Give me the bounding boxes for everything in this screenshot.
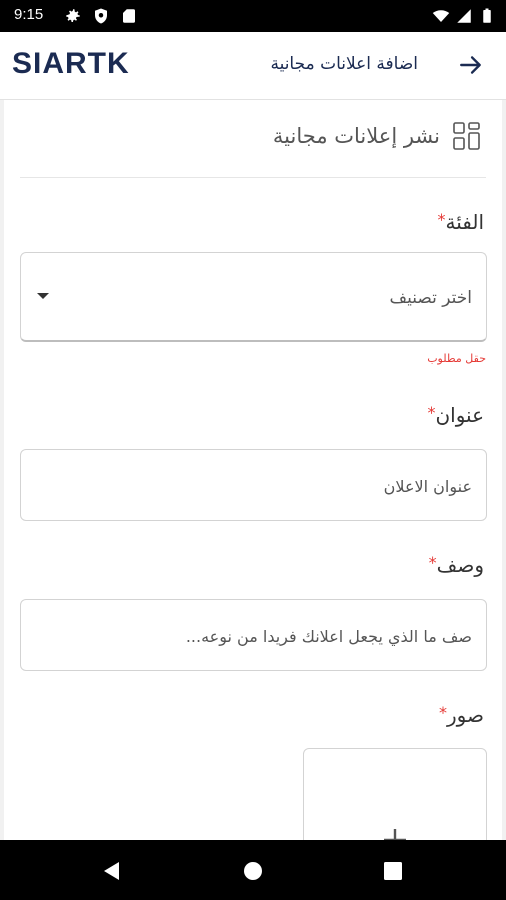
app-bar: SIARTK اضافة اعلانات مجانية <box>0 32 506 100</box>
siartk-logo: SIARTK <box>12 47 130 80</box>
title-placeholder: عنوان الاعلان <box>383 477 472 496</box>
title-input[interactable]: عنوان الاعلان <box>20 449 487 521</box>
category-error: حقل مطلوب <box>427 352 486 365</box>
content-area: نشر إعلانات مجانية الفئة* اختر تصنيف حقل… <box>0 100 506 840</box>
plus-icon <box>384 829 406 840</box>
title-label-text: عنوان <box>435 403 484 427</box>
header-divider <box>20 177 486 178</box>
description-input[interactable]: صف ما الذي يجعل اعلانك فريدا من نوعه... <box>20 599 487 671</box>
gear-icon <box>66 9 80 22</box>
description-placeholder: صف ما الذي يجعل اعلانك فريدا من نوعه... <box>185 627 472 646</box>
category-label-text: الفئة <box>445 210 484 234</box>
sd-card-icon <box>123 9 135 23</box>
signal-icon <box>457 9 471 23</box>
images-label-text: صور <box>447 703 484 727</box>
form-title: نشر إعلانات مجانية <box>272 124 440 148</box>
required-mark: * <box>439 703 448 722</box>
navigation-bar <box>0 840 506 900</box>
wifi-icon <box>432 10 450 22</box>
image-upload-box[interactable] <box>303 748 487 840</box>
app-bar-title: اضافة اعلانات مجانية <box>270 54 418 74</box>
category-label: الفئة* <box>437 210 484 234</box>
images-label: صور* <box>439 703 484 727</box>
description-label: وصف* <box>429 553 484 577</box>
description-label-text: وصف <box>436 553 484 577</box>
status-time: 9:15 <box>14 6 44 23</box>
recents-square-icon[interactable] <box>380 858 406 884</box>
category-placeholder: اختر تصنيف <box>389 288 472 308</box>
shield-icon <box>95 8 107 24</box>
form-card: نشر إعلانات مجانية الفئة* اختر تصنيف حقل… <box>4 100 502 840</box>
back-triangle-icon[interactable] <box>99 858 125 884</box>
required-mark: * <box>428 553 437 572</box>
title-label: عنوان* <box>427 403 484 427</box>
chevron-down-icon <box>37 293 49 299</box>
category-select[interactable]: اختر تصنيف <box>20 252 487 342</box>
grid-icon <box>453 122 480 150</box>
battery-icon <box>483 8 491 23</box>
home-circle-icon[interactable] <box>240 858 266 884</box>
arrow-right-icon[interactable] <box>458 52 484 78</box>
status-bar: 9:15 <box>0 0 506 32</box>
form-header: نشر إعلانات مجانية <box>273 118 482 154</box>
